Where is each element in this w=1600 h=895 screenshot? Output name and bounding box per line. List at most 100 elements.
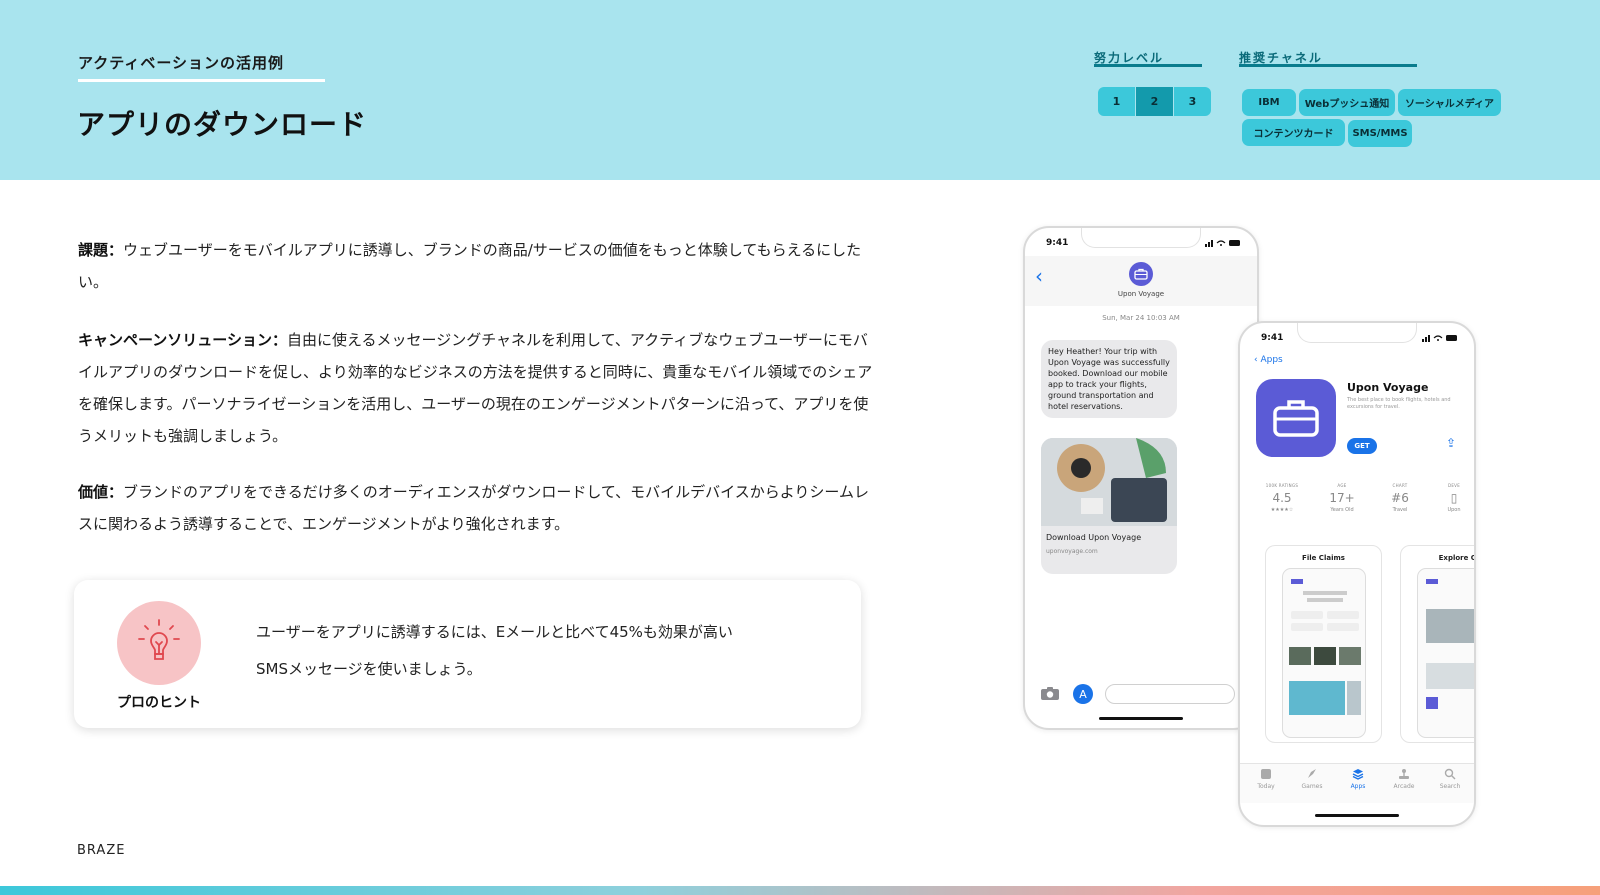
today-icon (1261, 769, 1271, 779)
get-button[interactable]: GET (1347, 438, 1377, 454)
channel-chip-social: ソーシャルメディア (1398, 89, 1501, 116)
stack-icon (1352, 769, 1364, 780)
tab-label: Search (1439, 783, 1461, 790)
header-band: アクティベーションの活用例 アプリのダウンロード 努力レベル 1 2 3 推奨チ… (0, 0, 1600, 180)
stat-value: ▯ (1450, 491, 1458, 505)
tip-line-1: ユーザーをアプリに誘導するには、Eメールと比べて45%も効果が高い (256, 623, 733, 641)
screenshot-card[interactable]: File Claims (1265, 545, 1382, 743)
suitcase-icon (1273, 400, 1319, 437)
screenshot-title: Explore Cl (1438, 554, 1476, 562)
search-icon (1444, 768, 1456, 780)
phone-notch (1081, 228, 1201, 248)
apps-back-link[interactable]: ‹ Apps (1254, 355, 1283, 365)
tab-label: Arcade (1393, 783, 1415, 790)
value-label: 価値： (78, 483, 124, 501)
tab-search[interactable]: Search (1430, 768, 1470, 790)
stat-key: DEVE (1447, 483, 1461, 488)
eyebrow-underline (78, 79, 325, 82)
share-icon[interactable]: ⇪ (1446, 436, 1456, 450)
tab-today[interactable]: Today (1246, 768, 1286, 790)
stat-value: 4.5 (1272, 491, 1292, 505)
app-icon (1256, 379, 1336, 457)
effort-level-2: 2 (1136, 87, 1173, 116)
luggage-photo-illustration (1041, 438, 1177, 526)
app-name: Upon Voyage (1347, 381, 1429, 394)
challenge-text: ウェブユーザーをモバイルアプリに誘導し、ブランドの商品/サービスの価値をもっと体… (78, 241, 862, 291)
effort-level-1: 1 (1098, 87, 1135, 116)
rocket-icon (1308, 769, 1316, 778)
channel-chip-content-cards: コンテンツカード (1242, 119, 1345, 146)
stat-sub: Upon (1447, 507, 1461, 513)
solution-paragraph: キャンペーンソリューション：自由に使えるメッセージングチャネルを利用して、アクテ… (78, 324, 878, 452)
channel-chip-web-push: Webプッシュ通知 (1299, 89, 1395, 116)
page-title: アプリのダウンロード (77, 108, 368, 141)
app-store-phone-mockup: 9:41 ‹ Apps Upon Voyage The best place t… (1238, 321, 1476, 827)
tip-line-2: SMSメッセージを使いましょう。 (256, 660, 482, 678)
status-time: 9:41 (1261, 333, 1284, 343)
lightbulb-icon (138, 619, 180, 660)
value-text: ブランドのアプリをできるだけ多くのオーディエンスがダウンロードして、モバイルデバ… (78, 483, 869, 533)
stat-key: AGE (1337, 483, 1347, 488)
challenge-paragraph: 課題：ウェブユーザーをモバイルアプリに誘導し、ブランドの商品/サービスの価値をも… (78, 234, 878, 298)
stat-chart: CHART #6 Travel (1380, 483, 1420, 513)
channel-chip-ibm: IBM (1242, 89, 1296, 116)
home-indicator (1099, 717, 1183, 720)
status-bar-icons (1205, 240, 1240, 247)
contact-avatar[interactable] (1129, 262, 1153, 286)
stat-sub: Travel (1392, 507, 1408, 513)
link-title: Download Upon Voyage (1046, 533, 1142, 542)
status-time: 9:41 (1046, 238, 1069, 248)
channels-underline (1239, 64, 1417, 67)
screenshot-preview (1282, 568, 1366, 738)
eyebrow-label: アクティベーションの活用例 (78, 54, 285, 72)
tab-apps[interactable]: Apps (1338, 768, 1378, 790)
app-store-tab-bar: Today Games Apps Arcade Search (1240, 763, 1474, 803)
stat-value: #6 (1391, 491, 1409, 505)
tab-arcade[interactable]: Arcade (1384, 768, 1424, 790)
app-store-icon[interactable]: A (1073, 684, 1093, 704)
channel-chip-sms: SMS/MMS (1348, 120, 1412, 147)
gradient-footer-bar (0, 886, 1600, 895)
stat-developer: DEVE ▯ Upon (1436, 483, 1472, 513)
contact-name: Upon Voyage (1117, 290, 1165, 298)
message-input[interactable] (1105, 684, 1235, 704)
challenge-label: 課題： (78, 241, 124, 259)
app-subtitle: The best place to book flights, hotels a… (1347, 397, 1451, 410)
back-chevron-icon[interactable]: ‹ (1035, 264, 1043, 288)
camera-icon[interactable] (1041, 687, 1059, 700)
effort-level-3: 3 (1174, 87, 1211, 116)
link-url: uponvoyage.com (1046, 548, 1098, 555)
pro-tip-card: プロのヒント ユーザーをアプリに誘導するには、Eメールと比べて45%も効果が高い… (74, 580, 861, 728)
home-indicator (1315, 814, 1399, 817)
tab-games[interactable]: Games (1292, 768, 1332, 790)
sms-phone-mockup: 9:41 ‹ Upon Voyage Sun, Mar 24 10:03 AM … (1023, 226, 1259, 730)
braze-logo: BRAZE (77, 843, 126, 858)
stat-sub: ★★★★☆ (1270, 507, 1294, 513)
link-preview-card[interactable]: Download Upon Voyage uponvoyage.com (1041, 438, 1177, 574)
apps-back-label: Apps (1260, 355, 1283, 365)
message-date: Sun, Mar 24 10:03 AM (1102, 314, 1180, 322)
link-preview-image (1041, 438, 1177, 526)
stat-age: AGE 17+ Years Old (1318, 483, 1366, 513)
tab-label: Today (1257, 783, 1275, 790)
solution-label: キャンペーンソリューション： (78, 331, 287, 349)
stat-sub: Years Old (1330, 507, 1354, 513)
value-paragraph: 価値：ブランドのアプリをできるだけ多くのオーディエンスがダウンロードして、モバイ… (78, 476, 878, 540)
screenshot-illustration (1289, 579, 1361, 715)
screenshot-title: File Claims (1302, 554, 1345, 562)
message-header: ‹ Upon Voyage (1025, 256, 1257, 306)
screenshot-card[interactable]: Explore Cl (1400, 545, 1476, 743)
tab-label: Apps (1350, 783, 1366, 790)
phone-notch (1297, 323, 1417, 343)
stat-key: CHART (1392, 483, 1408, 488)
tip-text: ユーザーをアプリに誘導するには、Eメールと比べて45%も効果が高い SMSメッセ… (256, 614, 836, 688)
sms-bubble: Hey Heather! Your trip with Upon Voyage … (1041, 340, 1177, 418)
stat-value: 17+ (1329, 491, 1355, 505)
screenshot-illustration (1426, 579, 1474, 709)
tip-label: プロのヒント (117, 695, 201, 711)
tab-label: Games (1301, 783, 1323, 790)
stat-ratings: 100K RATINGS 4.5 ★★★★☆ (1258, 483, 1306, 513)
effort-level-underline (1094, 64, 1202, 67)
tip-icon-circle (117, 601, 201, 685)
joystick-icon (1399, 769, 1409, 779)
